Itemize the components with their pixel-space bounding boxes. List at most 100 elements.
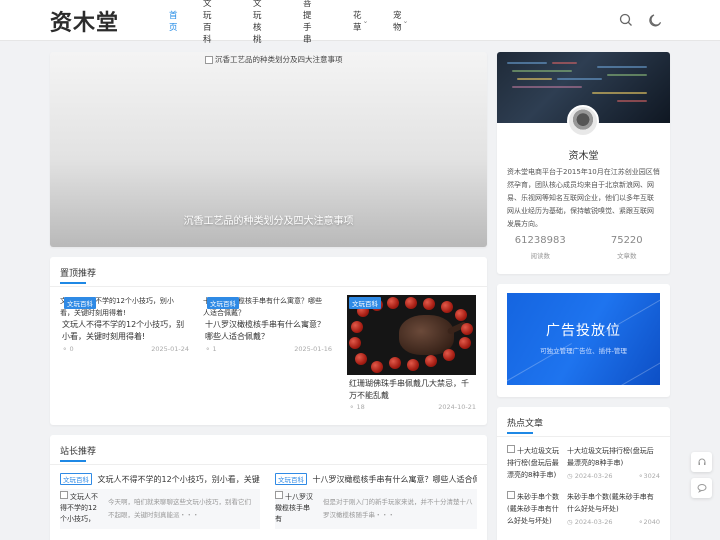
- broken-image-icon: [507, 445, 515, 453]
- pick-excerpt: 但是对于刚入门的新手玩家来说，并不十分清楚十八罗汉橄榄核随手串・・・: [323, 498, 473, 519]
- avatar[interactable]: [567, 105, 599, 137]
- hot-item-2[interactable]: 朱砂手串个数(戴朱砂手串有什么好处与坏处) 朱砂手串个数(戴朱砂手串有什么好处与…: [507, 491, 660, 533]
- hot-date-value: 2024-03-26: [574, 472, 613, 480]
- stat-reads: 61238983 阅读数: [497, 235, 584, 260]
- editor-picks-section: 站长推荐 文玩百科 文玩人不得不学的12个小技巧，别小看，关键时刻用得着！ 文玩…: [50, 435, 487, 540]
- stat-value: 61238983: [514, 235, 566, 246]
- broken-image-icon: [275, 491, 283, 499]
- pick-row-2[interactable]: 文玩百科 十八罗汉橄榄核手串有什么寓意？哪些人适合佩戴？: [275, 473, 477, 485]
- hot-date-value: 2024-03-26: [574, 518, 613, 526]
- nav-item-wenwan-hetao[interactable]: 文玩核桃: [253, 0, 262, 45]
- post-meta: ⚬ 1 2025-01-16: [205, 345, 332, 353]
- pick-row-1[interactable]: 文玩百科 文玩人不得不学的12个小技巧，别小看，关键时刻用得着！: [60, 473, 260, 485]
- category-tag[interactable]: 文玩百科: [349, 297, 381, 309]
- nav-item-home[interactable]: 首页: [169, 0, 178, 41]
- section-title: 热点文章: [507, 416, 543, 434]
- customer-service-button[interactable]: [691, 452, 712, 472]
- stat-label: 文章数: [617, 252, 637, 260]
- ad-banner[interactable]: 广告投放位 可独立管理广告位、插件-管理: [507, 293, 660, 385]
- category-tag[interactable]: 文玩百科: [64, 297, 96, 309]
- post-title[interactable]: 十八罗汉橄榄核手串有什么寓意？哪些人适合佩戴？: [205, 319, 332, 343]
- post-title[interactable]: 红珊瑚佛珠手串佩戴几大禁忌，千万不能乱戴: [349, 378, 476, 402]
- pinned-post-1[interactable]: 文玩人不得不学的12个小技巧，别小 看，关键时刻用得着! 文玩百科 文玩人不得不…: [60, 295, 189, 417]
- broken-image-icon: [60, 491, 68, 499]
- hot-thumbnail[interactable]: 朱砂手串个数(戴朱砂手串有什么好处与坏处): [507, 491, 562, 527]
- nav-label: 菩提手串: [303, 0, 312, 45]
- nav-label: 首页: [169, 10, 178, 33]
- pinned-post-2[interactable]: 十八罗汉橄榄核手串有什么寓意？哪些 人适合佩戴？ 文玩百科 十八罗汉橄榄核手串有…: [203, 295, 332, 417]
- section-title: 置顶推荐: [60, 266, 96, 284]
- section-title: 站长推荐: [60, 444, 96, 462]
- hot-item-1[interactable]: 十大垃圾文玩排行榜(盘玩后最漂亮的8种手串) 十大垃圾文玩排行榜(盘玩后最漂亮的…: [507, 445, 660, 487]
- nav-label: 宠物: [393, 10, 402, 33]
- category-tag[interactable]: 文玩百科: [60, 473, 92, 485]
- post-title[interactable]: 文玩人不得不学的12个小技巧，别小看，关键时刻用得着!: [62, 319, 189, 343]
- hot-views: ⚬3024: [638, 472, 660, 480]
- nav-label: 文玩核桃: [253, 0, 262, 45]
- pinned-section: 置顶推荐 文玩人不得不学的12个小技巧，别小 看，关键时刻用得着! 文玩百科 文…: [50, 257, 487, 425]
- nav-label: 文玩百科: [203, 0, 212, 45]
- wechat-button[interactable]: [691, 478, 712, 498]
- top-header: 资木堂 首页 文玩百科 文玩核桃 菩提手串 花草 ⌄ 宠物 ⌄: [0, 0, 720, 45]
- view-count: ⚬ 0: [62, 345, 74, 353]
- broken-image-icon: [507, 491, 515, 499]
- moon-icon[interactable]: [648, 12, 664, 28]
- pick-title[interactable]: 文玩人不得不学的12个小技巧，别小看，关键时刻用得着！: [98, 475, 260, 484]
- post-date: 2025-01-24: [151, 345, 189, 353]
- hot-views: ⚬2040: [638, 518, 660, 526]
- nav-item-wenwan-baike[interactable]: 文玩百科: [203, 0, 212, 45]
- profile-description: 资木堂电商平台于2015年10月在江苏创业园区悄然孕育，团队核心成员均来自于北京…: [507, 168, 660, 228]
- profile-stats: 61238983 阅读数 75220 文章数: [497, 235, 670, 260]
- search-icon[interactable]: [618, 12, 634, 28]
- chat-icon: [697, 484, 706, 493]
- ad-title: 广告投放位: [546, 323, 621, 339]
- hero-caption[interactable]: 沉香工艺品的种类划分及四大注意事项: [50, 212, 487, 227]
- pick-title[interactable]: 十八罗汉橄榄核手串有什么寓意？哪些人适合佩戴？: [313, 475, 477, 484]
- hot-thumbnail[interactable]: 十大垃圾文玩排行榜(盘玩后最漂亮的8种手串): [507, 445, 562, 481]
- chevron-down-icon: ⌄: [402, 16, 409, 25]
- site-logo[interactable]: 资木堂: [50, 5, 119, 37]
- pick-body-2: 十八罗汉橄榄核手串有 但是对于刚入门的新手玩家来说，并不十分清楚十八罗汉橄榄核随…: [275, 489, 477, 529]
- view-count-value: 18: [356, 403, 365, 411]
- hot-meta: ◷ 2024-03-26 ⚬2040: [567, 518, 660, 526]
- nav-label: 花草: [353, 10, 362, 33]
- post-meta: ⚬ 0 2025-01-24: [62, 345, 189, 353]
- post-date: 2024-10-21: [438, 403, 476, 411]
- hot-date: ◷ 2024-03-26: [567, 518, 613, 526]
- nav-item-huacao[interactable]: 花草 ⌄: [353, 0, 368, 41]
- stat-articles: 75220 文章数: [584, 235, 671, 260]
- post-meta: ⚬ 18 2024-10-21: [349, 403, 476, 411]
- hot-date: ◷ 2024-03-26: [567, 472, 613, 480]
- pick-body-1: 文玩人不得不学的12个小技巧， 今天啊，咱们就来聊聊这些文玩小技巧，别看它们不起…: [60, 489, 260, 529]
- nav-item-puti-shouchuan[interactable]: 菩提手串: [303, 0, 312, 45]
- hero-image-alt: 沉香工艺品的种类划分及四大注意事项: [205, 54, 343, 65]
- hot-meta: ◷ 2024-03-26 ⚬3024: [567, 472, 660, 480]
- divider: [50, 464, 487, 465]
- headset-icon: [698, 458, 705, 465]
- stat-value: 75220: [610, 235, 643, 246]
- hot-title[interactable]: 十大垃圾文玩排行榜(盘玩后最漂亮的8种手串): [567, 445, 660, 469]
- pick-thumbnail[interactable]: 文玩人不得不学的12个小技巧，: [60, 491, 100, 529]
- hero-banner[interactable]: 沉香工艺品的种类划分及四大注意事项 沉香工艺品的种类划分及四大注意事项: [50, 52, 487, 247]
- category-tag[interactable]: 文玩百科: [207, 297, 239, 309]
- category-tag[interactable]: 文玩百科: [275, 473, 307, 485]
- view-count-value: 1: [212, 345, 217, 353]
- pick-excerpt: 今天啊，咱们就来聊聊这些文玩小技巧，别看它们不起眼，关键时刻真能派・・・: [108, 498, 251, 519]
- broken-image-icon: [205, 55, 213, 64]
- hot-title[interactable]: 朱砂手串个数(戴朱砂手串有什么好处与坏处): [567, 491, 660, 515]
- view-count: ⚬ 1: [205, 345, 217, 353]
- nav-item-chongwu[interactable]: 宠物 ⌄: [393, 0, 408, 41]
- hot-views-value: 2040: [643, 518, 660, 526]
- chevron-down-icon: ⌄: [362, 16, 369, 25]
- post-date: 2025-01-16: [294, 345, 332, 353]
- ad-subtitle: 可独立管理广告位、插件-管理: [540, 347, 627, 355]
- divider: [497, 436, 670, 437]
- site-profile-card: 资木堂 资木堂电商平台于2015年10月在江苏创业园区悄然孕育，团队核心成员均来…: [497, 52, 670, 274]
- pick-thumbnail[interactable]: 十八罗汉橄榄核手串有: [275, 491, 315, 529]
- ad-card: 广告投放位 可独立管理广告位、插件-管理: [497, 284, 670, 397]
- divider: [50, 286, 487, 287]
- hot-articles-section: 热点文章 十大垃圾文玩排行榜(盘玩后最漂亮的8种手串) 十大垃圾文玩排行榜(盘玩…: [497, 407, 670, 540]
- view-count-value: 0: [69, 345, 74, 353]
- profile-name: 资木堂: [568, 151, 599, 162]
- stat-label: 阅读数: [530, 252, 551, 260]
